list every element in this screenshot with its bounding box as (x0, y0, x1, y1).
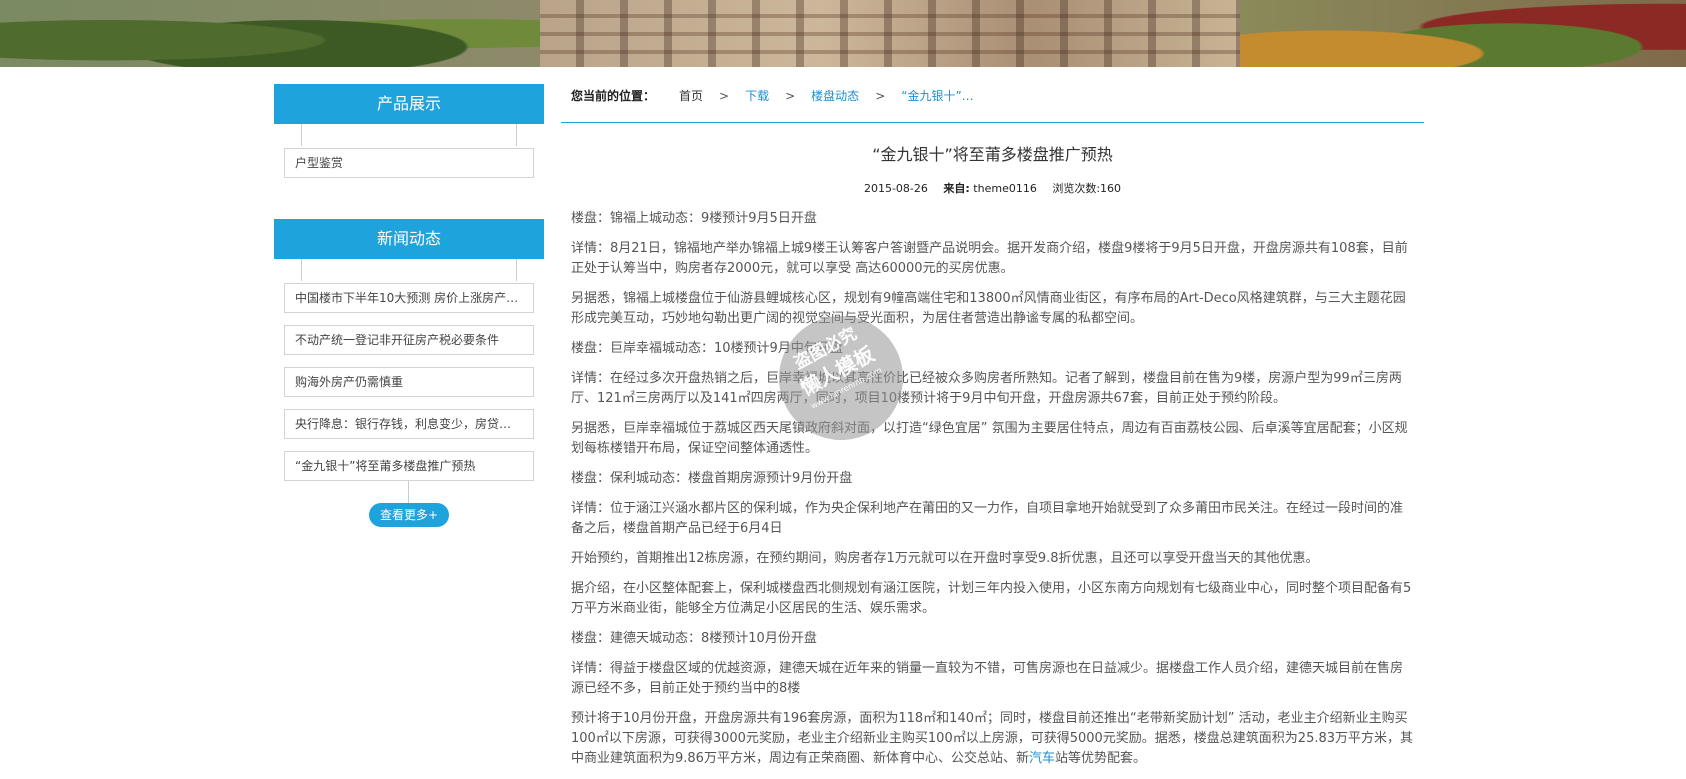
news-link-4[interactable]: 央行降息：银行存钱，利息变少，房贷压力… (284, 409, 534, 439)
article-paragraph: 据介绍，在小区整体配套上，保利城楼盘西北侧规划有涵江医院，计划三年内投入使用，小… (571, 581, 1412, 616)
article-paragraph-last: 预计将于10月份开盘，开盘房源共有196套房源，面积为118㎡和140㎡；同时，… (571, 709, 1414, 769)
article-text: 预计将于10月份开盘，开盘房源共有196套房源，面积为118㎡和140㎡；同时，… (571, 711, 1414, 766)
news-link-1[interactable]: 中国楼市下半年10大预测 房价上涨房产税… (284, 283, 534, 313)
article-paragraph: 楼盘：建德天城动态：8楼预计10月份开盘 (571, 631, 817, 646)
article-paragraph: 开始预约，首期推出12栋房源，在预约期间，购房者存1万元就可以在开盘时享受9.8… (571, 551, 1319, 566)
news-link-5[interactable]: “金九银十”将至莆多楼盘推广预热 (284, 451, 534, 481)
article-paragraph: 楼盘：锦福上城动态：9楼预计9月5日开盘 (571, 211, 817, 226)
news-link-2[interactable]: 不动产统一登记非开征房产税必要条件 (284, 325, 534, 355)
news-link-3[interactable]: 购海外房产仍需慎重 (284, 367, 534, 397)
article-source-value: theme0116 (973, 182, 1037, 195)
breadcrumb-download-link[interactable]: 下载 (745, 87, 769, 105)
banner-building (540, 0, 1240, 67)
article-title: “金九银十”将至莆多楼盘推广预热 (872, 145, 1113, 164)
article-paragraph: 详情：8月21日，锦福地产举办锦福上城9楼王认筹客户答谢暨产品说明会。据开发商介… (571, 241, 1408, 276)
header-banner-image (0, 0, 1686, 67)
article-paragraph: 另据悉，巨岸幸福城位于荔城区西天尾镇政府斜对面，以打造“绿色宜居” 氛围为主要居… (571, 421, 1408, 456)
news-section-title: 新闻动态 (274, 219, 544, 259)
article-inline-link[interactable]: 汽车 (1029, 751, 1055, 766)
article-paragraph: 楼盘：巨岸幸福城动态：10楼预计9月中旬开盘 (571, 341, 843, 356)
article-text: 站等优势配套。 (1054, 751, 1146, 766)
more-connector-line (408, 481, 409, 503)
article-meta: 2015-08-26 来自: theme0116 浏览次数:160 (561, 181, 1424, 197)
article-views-label: 浏览次数: (1052, 182, 1101, 195)
breadcrumb-category-link[interactable]: 楼盘动态 (811, 87, 859, 105)
article-body: 楼盘：锦福上城动态：9楼预计9月5日开盘 详情：8月21日，锦福地产举办锦福上城… (571, 209, 1414, 779)
breadcrumb: 您当前的位置： 首页 > 下载 > 楼盘动态 > “金九银十”… (571, 87, 974, 105)
banner-trees-right (1240, 0, 1686, 67)
article-source-label: 来自: (943, 182, 970, 195)
breadcrumb-separator: > (719, 89, 730, 103)
breadcrumb-divider (561, 122, 1424, 123)
article-source: 来自: theme0116 (943, 182, 1036, 195)
breadcrumb-label: 您当前的位置： (571, 89, 656, 103)
article-paragraph: 详情：位于涵江兴涵水都片区的保利城，作为央企保利地产在莆田的又一力作，自项目拿地… (571, 501, 1404, 536)
article-paragraph: 楼盘：保利城动态：楼盘首期房源预计9月份开盘 (571, 471, 853, 486)
breadcrumb-home-link[interactable]: 首页 (679, 87, 703, 105)
products-section-title: 产品展示 (274, 84, 544, 124)
article-paragraph: 详情：在经过多次开盘热销之后，巨岸幸福城以其高性价比已经被众多购房者所熟知。记者… (571, 371, 1402, 406)
article-views: 浏览次数:160 (1052, 182, 1121, 195)
news-bracket-decoration (301, 259, 517, 281)
product-link-huxing[interactable]: 户型鉴赏 (284, 148, 534, 178)
products-bracket-decoration (301, 124, 517, 146)
article-paragraph: 另据悉，锦福上城楼盘位于仙游县鲤城核心区，规划有9幢高端住宅和13800㎡风情商… (571, 291, 1406, 326)
banner-trees-left (0, 0, 540, 67)
article-date: 2015-08-26 (863, 182, 928, 195)
breadcrumb-current-link[interactable]: “金九银十”… (901, 87, 973, 105)
view-more-button[interactable]: 查看更多+ (369, 503, 449, 527)
article-views-value: 160 (1100, 182, 1122, 195)
breadcrumb-separator: > (875, 89, 886, 103)
breadcrumb-separator: > (785, 89, 796, 103)
article-paragraph: 详情：得益于楼盘区域的优越资源，建德天城在近年来的销量一直较为不错，可售房源也在… (571, 661, 1404, 696)
